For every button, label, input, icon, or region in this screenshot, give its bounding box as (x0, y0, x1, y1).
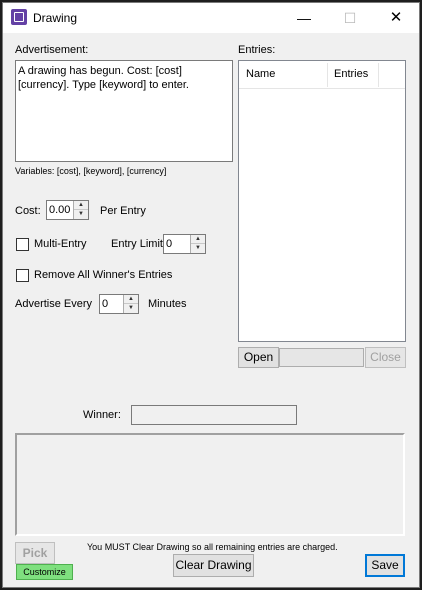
clear-drawing-button[interactable]: Clear Drawing (173, 554, 254, 577)
winner-label: Winner: (83, 409, 121, 421)
spin-down-icon[interactable]: ▼ (74, 210, 88, 219)
file-path-field (279, 348, 364, 367)
column-divider[interactable] (378, 63, 379, 87)
winner-field (131, 405, 297, 425)
advertise-label: Advertise Every (15, 298, 93, 310)
cost-spinner[interactable]: 0.00 ▲ ▼ (46, 200, 89, 220)
entries-list[interactable]: Name Entries (238, 60, 406, 342)
app-icon (11, 9, 27, 25)
multi-entry-checkbox[interactable] (16, 238, 29, 251)
remove-winner-entries-label: Remove All Winner's Entries (34, 269, 173, 281)
close-button[interactable]: Close (365, 347, 406, 368)
chat-output-panel (15, 433, 405, 536)
minimize-icon[interactable]: — (281, 3, 327, 33)
multi-entry-label: Multi-Entry (34, 238, 87, 250)
column-header-name[interactable]: Name (246, 68, 275, 80)
save-button[interactable]: Save (365, 554, 405, 577)
variables-hint: Variables: [cost], [keyword], [currency] (15, 166, 167, 176)
customize-button[interactable]: Customize (16, 564, 73, 580)
maximize-icon[interactable]: ☐ (327, 3, 373, 33)
window-title: Drawing (33, 11, 78, 25)
drawing-window: Drawing — ☐ ✕ Advertisement: A drawing h… (2, 2, 420, 588)
remove-winner-entries-checkbox[interactable] (16, 269, 29, 282)
spin-down-icon[interactable]: ▼ (124, 304, 138, 313)
entry-limit-spinner[interactable]: 0 ▲ ▼ (163, 234, 206, 254)
spin-up-icon[interactable]: ▲ (191, 235, 205, 244)
advertise-spinner-arrows[interactable]: ▲ ▼ (123, 295, 138, 313)
entry-limit-value: 0 (166, 238, 173, 250)
close-icon[interactable]: ✕ (373, 3, 419, 33)
spin-up-icon[interactable]: ▲ (124, 295, 138, 304)
entry-limit-spinner-arrows[interactable]: ▲ ▼ (190, 235, 205, 253)
column-divider[interactable] (327, 63, 328, 87)
entries-list-header: Name Entries (239, 61, 405, 89)
column-header-entries[interactable]: Entries (334, 68, 368, 80)
entry-limit-label: Entry Limit: (111, 238, 167, 250)
open-button[interactable]: Open (238, 347, 279, 368)
cost-suffix: Per Entry (100, 205, 146, 217)
pick-button[interactable]: Pick (15, 542, 55, 564)
advertisement-label: Advertisement: (15, 44, 89, 56)
spin-up-icon[interactable]: ▲ (74, 201, 88, 210)
advertise-value: 0 (102, 298, 109, 310)
clear-drawing-notice: You MUST Clear Drawing so all remaining … (87, 542, 338, 552)
advertisement-textarea[interactable]: A drawing has begun. Cost: [cost] [curre… (15, 60, 233, 162)
advertise-spinner[interactable]: 0 ▲ ▼ (99, 294, 139, 314)
cost-spinner-arrows[interactable]: ▲ ▼ (73, 201, 88, 219)
advertise-suffix: Minutes (148, 298, 187, 310)
title-bar: Drawing — ☐ ✕ (3, 3, 419, 33)
cost-value: 0.00 (49, 204, 71, 216)
entries-label: Entries: (238, 44, 276, 56)
cost-label: Cost: (15, 205, 41, 217)
spin-down-icon[interactable]: ▼ (191, 244, 205, 253)
